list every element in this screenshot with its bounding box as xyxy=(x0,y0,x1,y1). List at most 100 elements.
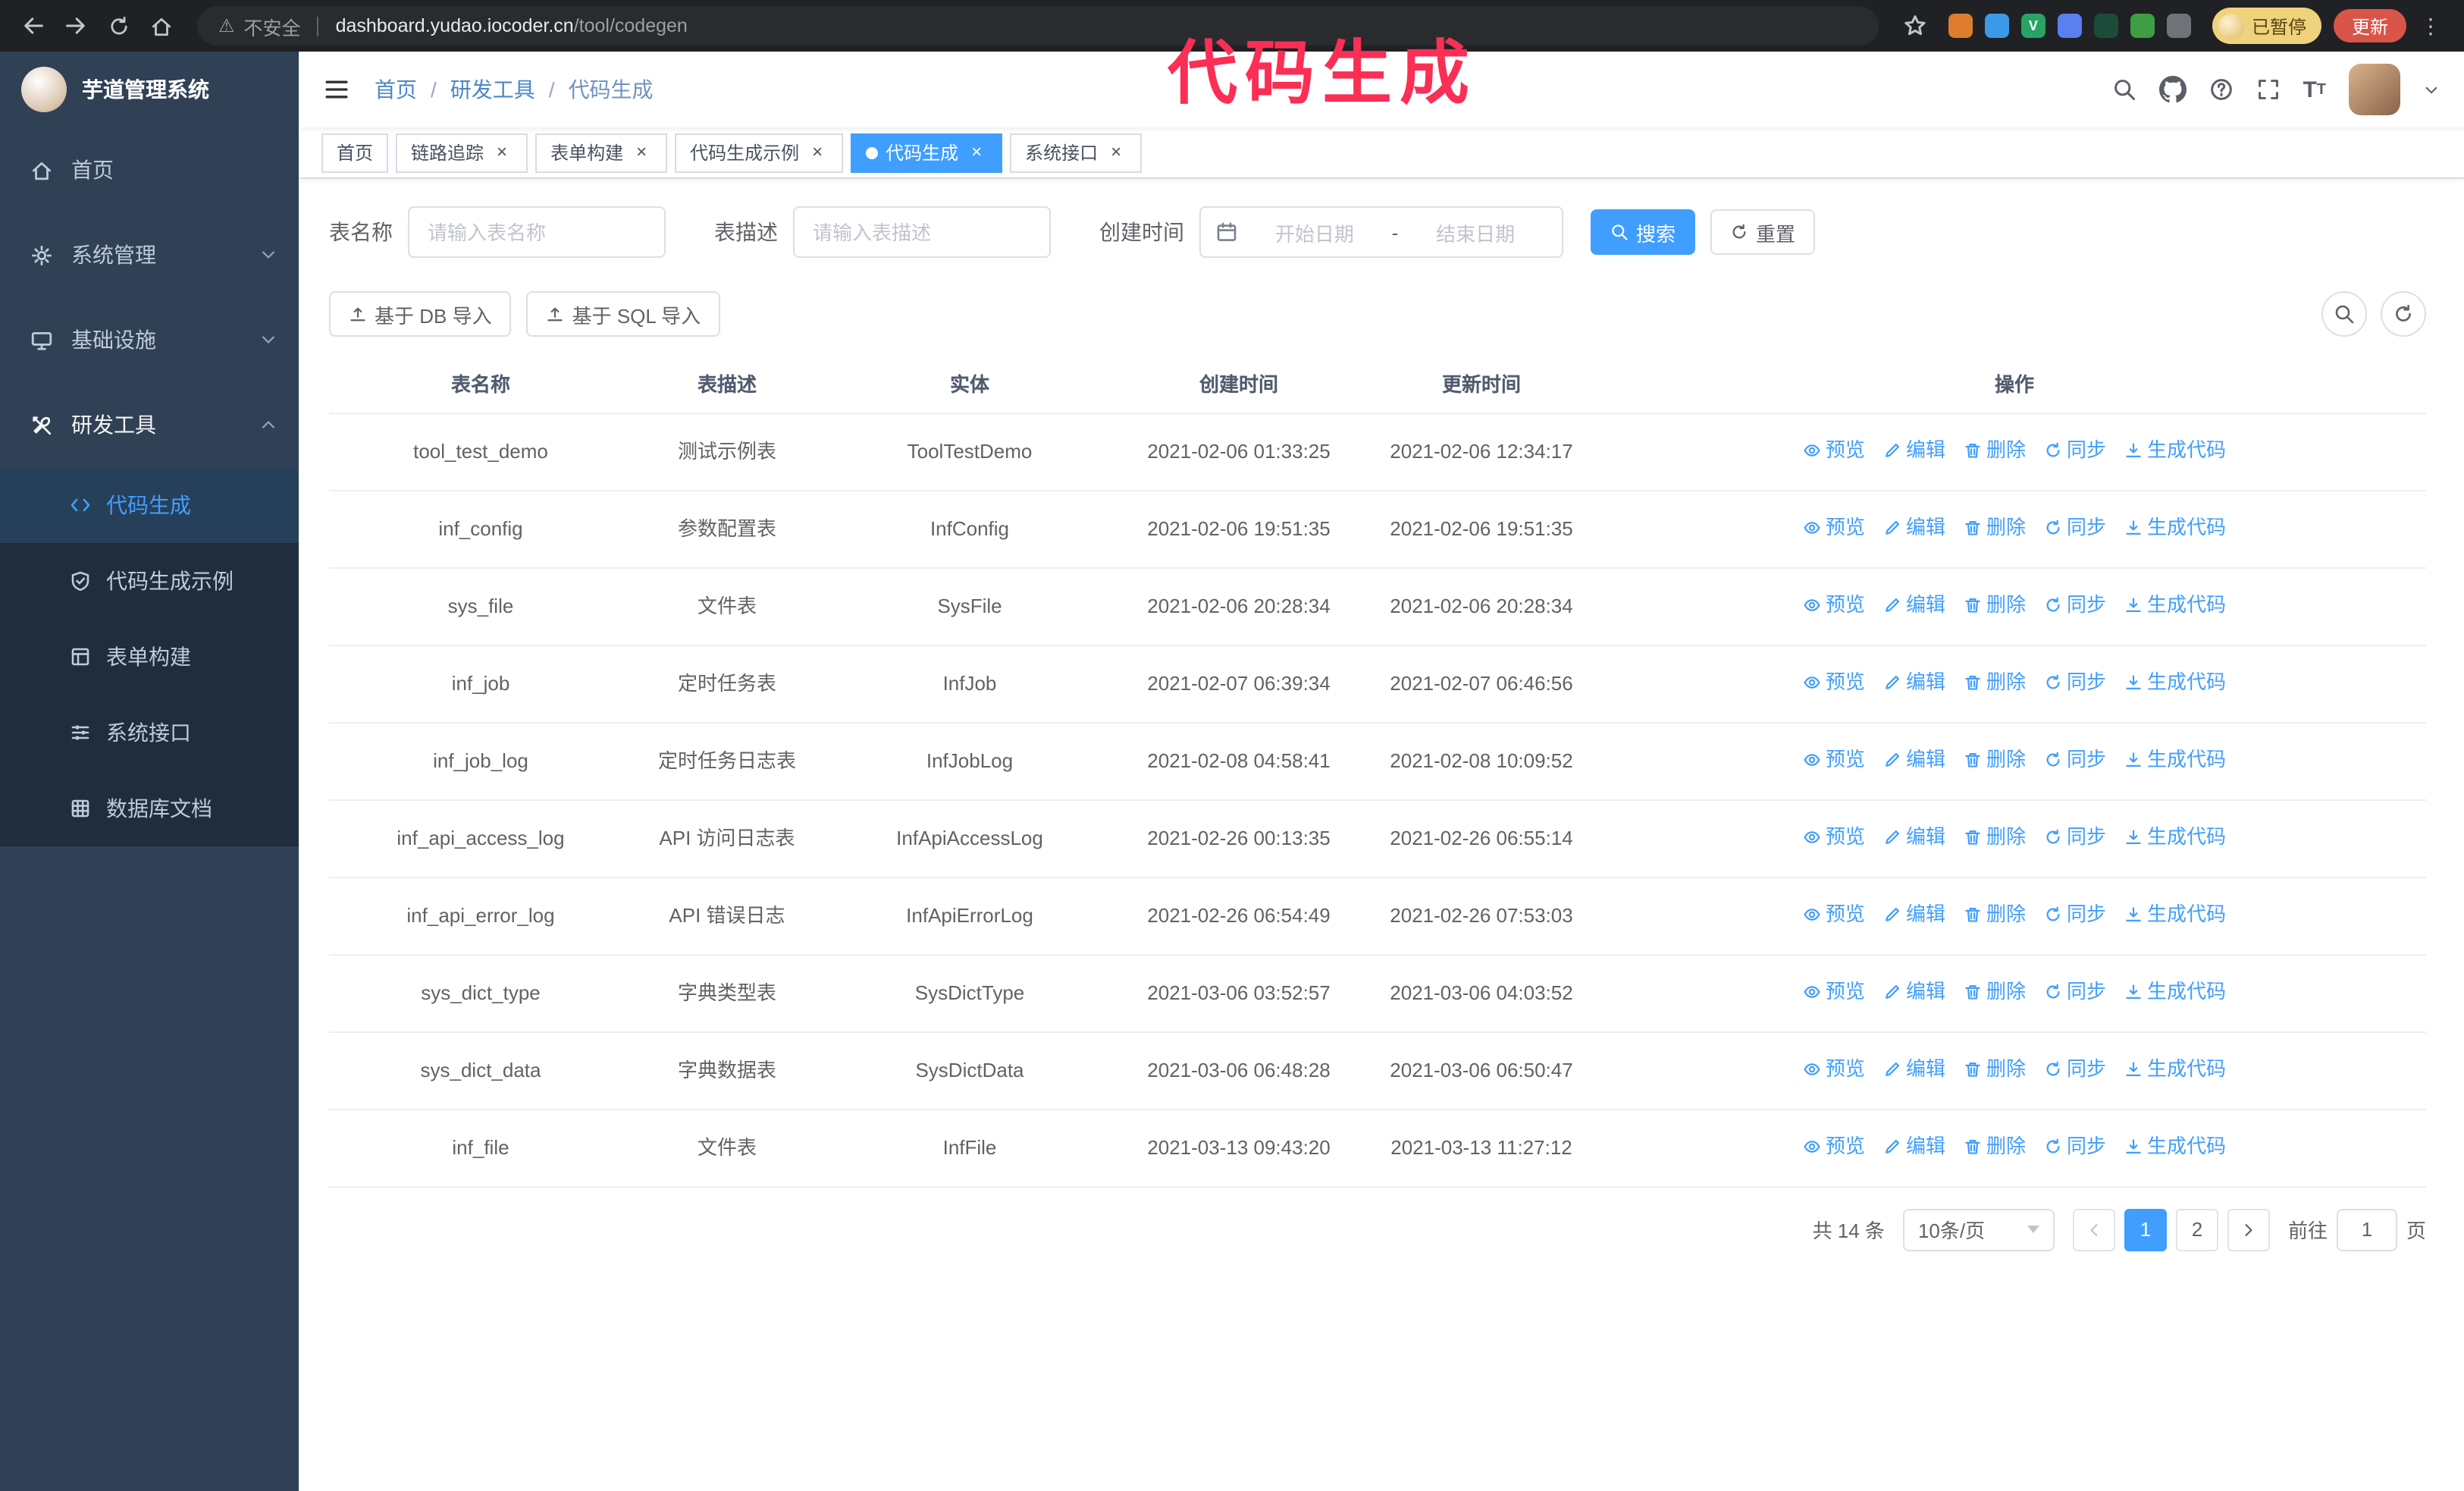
chevron-down-icon[interactable] xyxy=(2423,81,2440,98)
user-avatar[interactable] xyxy=(2349,64,2400,115)
action-delete[interactable]: 删除 xyxy=(1964,1053,2026,1084)
action-preview[interactable]: 预览 xyxy=(1803,821,1865,852)
back-icon[interactable] xyxy=(15,8,52,44)
goto-page-input[interactable] xyxy=(2336,1208,2397,1251)
action-delete[interactable]: 删除 xyxy=(1964,1131,2026,1161)
close-icon[interactable]: × xyxy=(1105,141,1127,163)
sidebar-subitem-codegen-example[interactable]: 代码生成示例 xyxy=(0,543,299,619)
action-sync[interactable]: 同步 xyxy=(2044,976,2106,1006)
toggle-search-button[interactable] xyxy=(2321,291,2367,337)
action-edit[interactable]: 编辑 xyxy=(1883,899,1945,929)
page-button-1[interactable]: 1 xyxy=(2124,1208,2167,1251)
search-icon[interactable] xyxy=(2111,77,2136,102)
tab-codegen-example[interactable]: 代码生成示例 × xyxy=(675,133,844,172)
ext-green-check-icon[interactable]: V xyxy=(2020,14,2045,38)
action-sync[interactable]: 同步 xyxy=(2044,1131,2106,1161)
action-edit[interactable]: 编辑 xyxy=(1883,512,1945,542)
help-icon[interactable] xyxy=(2209,77,2233,102)
action-edit[interactable]: 编辑 xyxy=(1883,1131,1945,1161)
action-preview[interactable]: 预览 xyxy=(1803,1053,1865,1084)
page-size-select[interactable]: 10条/页 xyxy=(1902,1208,2055,1251)
end-date-placeholder[interactable]: 结束日期 xyxy=(1404,218,1547,246)
action-delete[interactable]: 删除 xyxy=(1964,744,2026,774)
close-icon[interactable]: × xyxy=(631,141,652,163)
action-preview[interactable]: 预览 xyxy=(1803,744,1865,774)
action-preview[interactable]: 预览 xyxy=(1803,589,1865,620)
action-edit[interactable]: 编辑 xyxy=(1883,435,1945,465)
import-sql-button[interactable]: 基于 SQL 导入 xyxy=(526,291,721,337)
sidebar-subitem-form-build[interactable]: 表单构建 xyxy=(0,619,299,695)
sidebar-item-devtools[interactable]: 研发工具 xyxy=(0,382,299,467)
tab-home[interactable]: 首页 xyxy=(321,133,389,172)
action-sync[interactable]: 同步 xyxy=(2044,744,2106,774)
action-generate[interactable]: 生成代码 xyxy=(2124,667,2226,697)
ext-people-icon[interactable] xyxy=(2057,14,2082,38)
tab-system-api[interactable]: 系统接口 × xyxy=(1010,133,1143,172)
action-generate[interactable]: 生成代码 xyxy=(2124,976,2226,1006)
import-db-button[interactable]: 基于 DB 导入 xyxy=(329,291,512,337)
action-preview[interactable]: 预览 xyxy=(1803,435,1865,465)
close-icon[interactable]: × xyxy=(491,141,513,163)
action-delete[interactable]: 删除 xyxy=(1964,435,2026,465)
action-sync[interactable]: 同步 xyxy=(2044,435,2106,465)
sidebar-subitem-codegen[interactable]: 代码生成 xyxy=(0,467,299,543)
close-icon[interactable]: × xyxy=(966,141,987,163)
action-delete[interactable]: 删除 xyxy=(1964,976,2026,1006)
sidebar-subitem-system-api[interactable]: 系统接口 xyxy=(0,695,299,771)
ext-leaf-icon[interactable] xyxy=(2130,14,2155,38)
action-edit[interactable]: 编辑 xyxy=(1883,1053,1945,1084)
action-edit[interactable]: 编辑 xyxy=(1883,821,1945,852)
font-size-icon[interactable]: TT xyxy=(2303,77,2326,102)
page-button-2[interactable]: 2 xyxy=(2175,1208,2218,1251)
action-preview[interactable]: 预览 xyxy=(1803,667,1865,697)
reset-button[interactable]: 重置 xyxy=(1710,209,1816,255)
action-delete[interactable]: 删除 xyxy=(1964,667,2026,697)
action-generate[interactable]: 生成代码 xyxy=(2124,744,2226,774)
ext-dark-icon[interactable] xyxy=(2093,14,2118,38)
update-button[interactable]: 更新 xyxy=(2333,9,2406,42)
profile-paused-badge[interactable]: 已暂停 xyxy=(2212,8,2321,44)
sidebar-item-system[interactable]: 系统管理 xyxy=(0,212,299,297)
bookmark-star-icon[interactable] xyxy=(1897,8,1933,44)
action-preview[interactable]: 预览 xyxy=(1803,1131,1865,1161)
table-name-input[interactable] xyxy=(408,206,666,258)
browser-home-icon[interactable] xyxy=(143,8,179,44)
close-icon[interactable]: × xyxy=(807,141,828,163)
action-preview[interactable]: 预览 xyxy=(1803,512,1865,542)
create-time-range-picker[interactable]: 开始日期 - 结束日期 xyxy=(1199,206,1563,258)
action-sync[interactable]: 同步 xyxy=(2044,1053,2106,1084)
ext-puzzle-icon[interactable] xyxy=(2166,14,2191,38)
action-generate[interactable]: 生成代码 xyxy=(2124,1053,2226,1084)
action-generate[interactable]: 生成代码 xyxy=(2124,821,2226,852)
prev-page-button[interactable] xyxy=(2072,1208,2115,1251)
action-sync[interactable]: 同步 xyxy=(2044,512,2106,542)
action-delete[interactable]: 删除 xyxy=(1964,899,2026,929)
action-sync[interactable]: 同步 xyxy=(2044,821,2106,852)
action-sync[interactable]: 同步 xyxy=(2044,589,2106,620)
sidebar-item-home[interactable]: 首页 xyxy=(0,127,299,212)
action-delete[interactable]: 删除 xyxy=(1964,821,2026,852)
tab-tracing[interactable]: 链路追踪 × xyxy=(396,133,528,172)
breadcrumb-item[interactable]: 研发工具 xyxy=(450,74,535,105)
action-generate[interactable]: 生成代码 xyxy=(2124,512,2226,542)
chrome-menu-icon[interactable]: ⋮ xyxy=(2412,8,2449,44)
breadcrumb-item[interactable]: 首页 xyxy=(375,74,417,105)
action-delete[interactable]: 删除 xyxy=(1964,589,2026,620)
hamburger-icon[interactable] xyxy=(323,76,350,103)
reload-icon[interactable] xyxy=(100,8,136,44)
app-logo[interactable]: 芋道管理系统 xyxy=(0,52,299,127)
action-edit[interactable]: 编辑 xyxy=(1883,589,1945,620)
action-edit[interactable]: 编辑 xyxy=(1883,976,1945,1006)
action-edit[interactable]: 编辑 xyxy=(1883,667,1945,697)
action-generate[interactable]: 生成代码 xyxy=(2124,899,2226,929)
action-generate[interactable]: 生成代码 xyxy=(2124,1131,2226,1161)
next-page-button[interactable] xyxy=(2227,1208,2270,1251)
forward-icon[interactable] xyxy=(58,8,94,44)
table-desc-input[interactable] xyxy=(793,206,1051,258)
fullscreen-icon[interactable] xyxy=(2256,77,2280,102)
ext-orange-icon[interactable] xyxy=(1948,14,1973,38)
address-bar[interactable]: ⚠ 不安全 dashboard.yudao.iocoder.cn/tool/co… xyxy=(197,6,1879,46)
refresh-table-button[interactable] xyxy=(2381,291,2426,337)
action-preview[interactable]: 预览 xyxy=(1803,899,1865,929)
github-icon[interactable] xyxy=(2158,76,2187,103)
